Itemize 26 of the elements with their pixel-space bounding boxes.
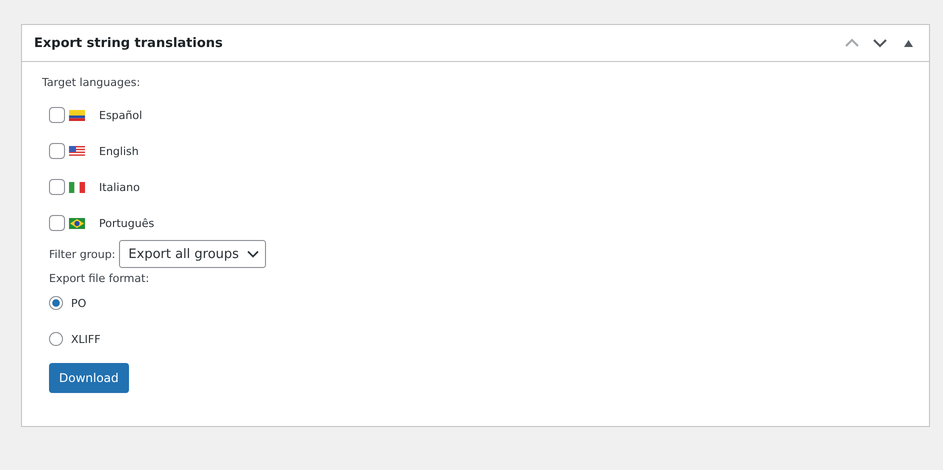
flag-icon (69, 110, 85, 120)
chevron-down-icon (872, 38, 888, 48)
flag-icon (69, 218, 85, 228)
filter-group-select[interactable]: Export all groups (119, 240, 266, 268)
checkbox[interactable] (49, 107, 65, 123)
chevron-up-icon (844, 38, 860, 48)
triangle-up-icon (904, 40, 912, 46)
radio-button[interactable] (49, 296, 63, 310)
field-label: Filter group: (49, 248, 116, 260)
field-label: Target languages: (42, 76, 142, 89)
flag-icon (69, 182, 85, 192)
flag-icon (69, 146, 85, 156)
download-button[interactable]: Download (49, 363, 129, 393)
language-label: Italiano (99, 180, 140, 194)
language-label: English (99, 144, 139, 158)
panel-title: Export string translations (34, 36, 223, 50)
format-label: PO (71, 296, 86, 310)
checkbox[interactable] (49, 179, 65, 195)
format-label: XLIFF (71, 332, 101, 346)
checkbox[interactable] (49, 143, 65, 159)
checkbox[interactable] (49, 215, 65, 231)
radio-button[interactable] (49, 332, 63, 346)
language-label: Español (99, 108, 142, 122)
field-label: Export file format: (48, 272, 150, 285)
chevron-down-icon (246, 250, 259, 258)
language-label: Português (99, 216, 154, 230)
